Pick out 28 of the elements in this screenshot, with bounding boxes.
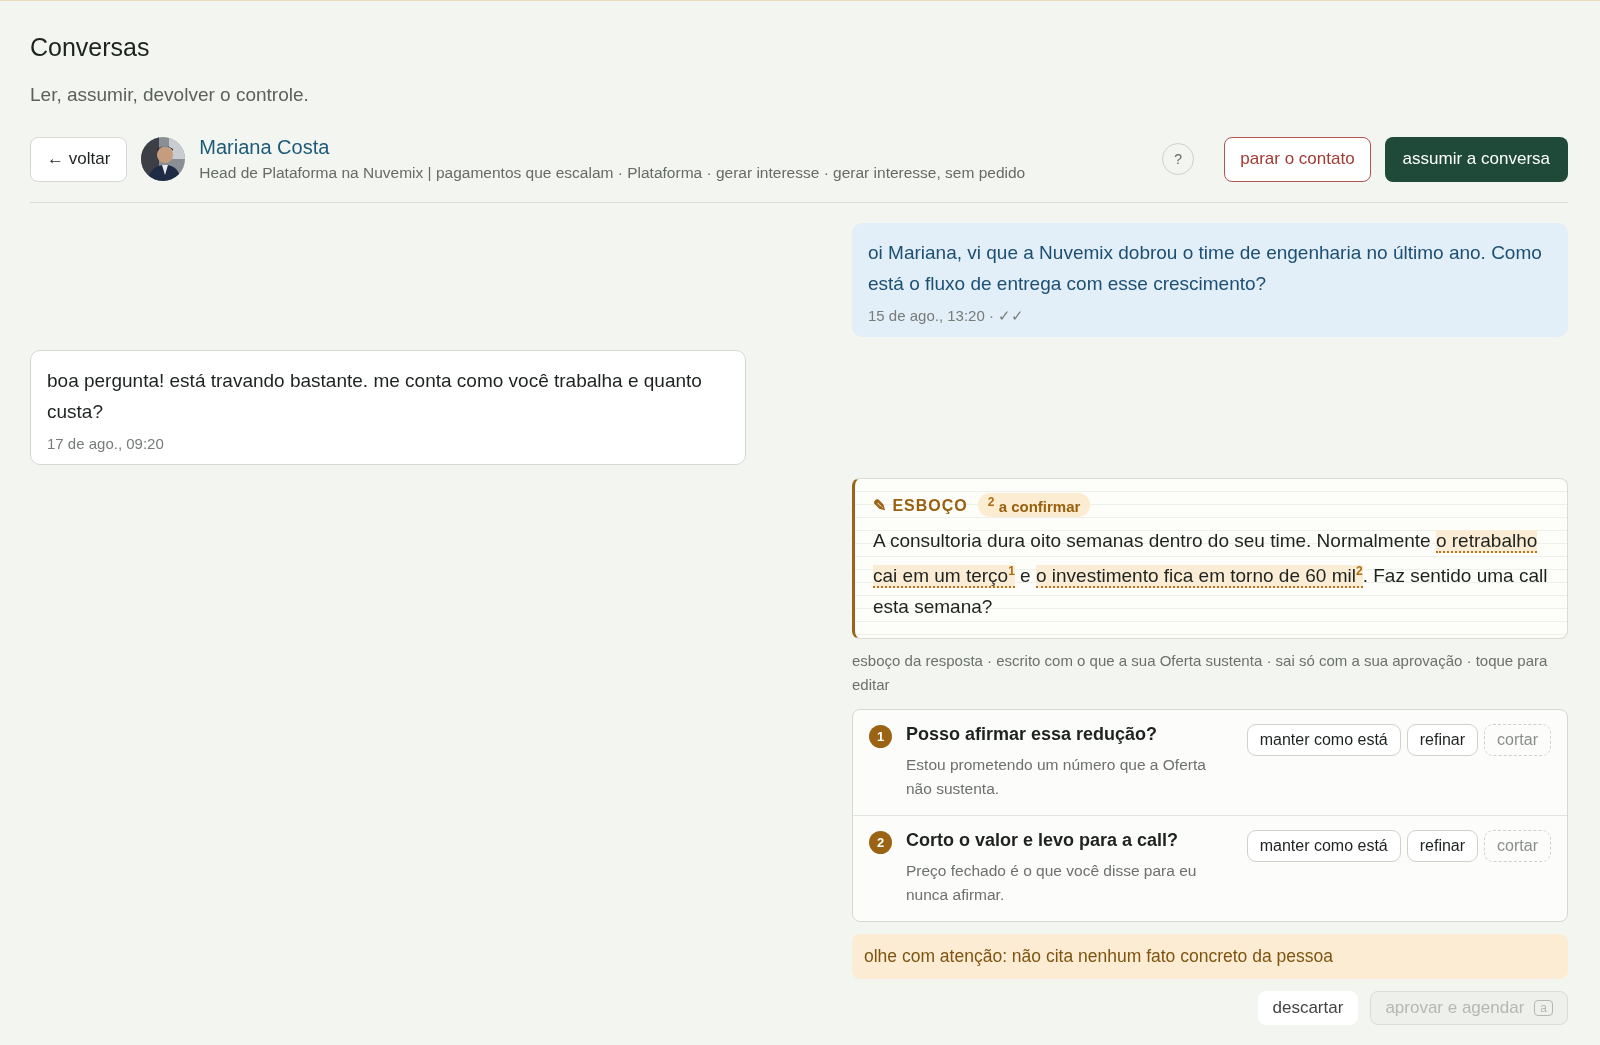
draft-card[interactable]	[852, 478, 1568, 640]
refine-button[interactable]: refinar	[1406, 724, 1479, 757]
question-title: Corto o valor e levo para a call?	[906, 830, 1180, 852]
question-title: Posso afirmar essa redução?	[906, 724, 1159, 746]
contact-details: Head de Plataforma na Nuvemix | pagamentos que escalam · Plataforma · gerar interesse · gerar interesse, sem pedido	[199, 164, 1027, 182]
keep-button[interactable]: manter como está	[1246, 830, 1401, 863]
take-over-button[interactable]: assumir a conversa	[1384, 136, 1568, 182]
question-detail: Estou prometendo um número que a Oferta não sustenta.	[906, 755, 1207, 800]
message-meta: 15 de ago., 13:20 · ✓✓	[868, 307, 1026, 325]
keep-button[interactable]: manter como está	[1246, 724, 1401, 757]
shortcut-key: a	[1534, 1000, 1553, 1017]
stop-contact-button[interactable]: parar o contato	[1224, 136, 1371, 182]
question-detail: Preço fechado é o que você disse para eu nunca afirmar.	[906, 861, 1198, 906]
back-button[interactable]: ← voltar	[30, 136, 128, 182]
page-subtitle: Ler, assumir, devolver o controle.	[30, 84, 310, 106]
number-badge: 1	[869, 725, 892, 749]
refine-button[interactable]: refinar	[1406, 830, 1479, 863]
message-text: boa pergunta! está travando bastante. me conta como você trabalha e quanto custa?	[47, 369, 703, 424]
pending-badge: $^{2}$ a confirmar	[977, 493, 1091, 517]
draft-label: ✎ ESBOÇO	[873, 495, 968, 515]
message-text: oi Mariana, vi que a Nuvemix dobrou o time de engenharia no último ano. Como está o fluxo de entrega com esse crescimento?	[868, 241, 1543, 296]
contact-name[interactable]: Mariana Costa	[199, 136, 1149, 159]
message-meta: 17 de ago., 09:20	[47, 435, 165, 452]
discard-button[interactable]: descartar	[1257, 991, 1359, 1026]
warning-banner: olhe com atenção: não cita nenhum fato concreto da pessoa	[852, 934, 1568, 980]
number-badge: 2	[869, 831, 892, 855]
draft-caption: esboço da resposta · escrito com o que a sua Oferta sustenta · sai só com a sua aprovação · toque para editar	[852, 651, 1549, 696]
page-title: Conversas	[30, 33, 151, 62]
